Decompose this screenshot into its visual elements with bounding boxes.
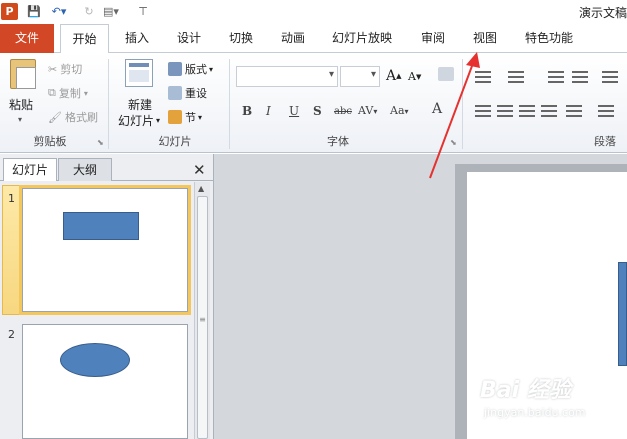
title-bar: P 💾 ↶▾ ↻ ▤▾ ⊤ 演示文稿 (0, 0, 627, 24)
justify-icon[interactable] (541, 105, 557, 117)
tab-slides[interactable]: 幻灯片 (3, 158, 57, 181)
section-icon (168, 110, 182, 124)
slide-thumbnail-2[interactable] (22, 324, 188, 439)
decrease-indent-icon[interactable] (548, 71, 564, 83)
paste-dropdown-icon[interactable]: ▾ (18, 115, 22, 124)
panel-scrollbar[interactable]: ▲ ≡ (194, 182, 210, 439)
slides-panel: 幻灯片 大纲 ✕ 1 2 ▲ ≡ (0, 154, 214, 439)
tab-home[interactable]: 开始 (60, 24, 109, 54)
tab-transitions[interactable]: 切换 (226, 24, 256, 53)
bullets-icon[interactable] (475, 71, 491, 83)
strikethrough-button[interactable]: abc (334, 106, 352, 117)
format-painter-button[interactable]: 🖌 格式刷 (48, 109, 98, 125)
clipboard-launcher-icon[interactable]: ⬊ (97, 138, 104, 147)
increase-indent-icon[interactable] (572, 71, 588, 83)
tab-animations[interactable]: 动画 (278, 24, 308, 53)
brush-icon: 🖌 (48, 110, 62, 124)
new-slide-dropdown-icon: ▾ (156, 116, 161, 125)
align-center-icon[interactable] (497, 105, 513, 117)
shrink-font-button[interactable]: A ▼ (408, 70, 421, 83)
copy-icon: ⧉ (48, 86, 56, 99)
italic-button[interactable]: I (266, 104, 271, 118)
layout-icon (168, 62, 182, 76)
scroll-up-icon[interactable]: ▲ (198, 184, 204, 193)
redo-icon[interactable]: ↻ (81, 3, 97, 20)
undo-icon[interactable]: ↶▾ (49, 3, 69, 20)
baidu-watermark: Bai 经验 jingyan.baidu.com (480, 372, 620, 432)
new-slide-button[interactable]: 新建 (128, 96, 152, 113)
ellipse-shape (60, 343, 130, 377)
layout-dropdown-icon: ▾ (209, 64, 214, 74)
tab-view[interactable]: 视图 (470, 24, 500, 53)
align-left-icon[interactable] (475, 105, 491, 117)
font-color-button[interactable]: A (432, 101, 442, 117)
watermark-url: jingyan.baidu.com (484, 406, 586, 419)
font-group-label: 字体 (327, 135, 349, 148)
ribbon-tabs: 文件 开始 插入 设计 切换 动画 幻灯片放映 审阅 视图 特色功能 (0, 24, 627, 54)
font-name-dropdown[interactable] (236, 66, 338, 87)
new-slide-label[interactable]: 幻灯片 ▾ (118, 112, 160, 129)
tab-design[interactable]: 设计 (174, 24, 204, 53)
distributed-icon[interactable] (566, 105, 582, 117)
slides-group-label: 幻灯片 (158, 135, 192, 148)
align-right-icon[interactable] (519, 105, 535, 117)
watermark-brand: Bai 经验 (480, 378, 571, 403)
tab-insert[interactable]: 插入 (122, 24, 152, 53)
window-title: 演示文稿 (578, 6, 627, 20)
copy-dropdown-icon: ▾ (83, 88, 88, 98)
paste-button[interactable]: 粘贴 (9, 96, 33, 113)
grow-font-button[interactable]: A ▲ (386, 68, 402, 84)
scrollbar-thumb[interactable]: ≡ (197, 196, 208, 439)
grip-icon: ≡ (199, 315, 206, 324)
underline-button[interactable]: U (289, 104, 299, 118)
powerpoint-app-icon[interactable]: P (1, 3, 18, 20)
layout-button[interactable]: 版式 ▾ (168, 61, 213, 77)
group-divider (229, 59, 230, 149)
slide-number: 2 (8, 328, 15, 341)
numbering-icon[interactable] (508, 71, 524, 83)
group-divider (108, 59, 109, 149)
section-dropdown-icon: ▾ (198, 112, 203, 122)
cut-button[interactable]: ✂ 剪切 (48, 61, 82, 77)
new-slide-quick-icon[interactable]: ▤▾ (101, 3, 121, 20)
tab-file[interactable]: 文件 (0, 24, 54, 53)
save-icon[interactable]: 💾 (26, 3, 42, 20)
line-spacing-icon[interactable] (602, 71, 618, 83)
paragraph-group-label: 段落 (594, 135, 616, 148)
tab-review[interactable]: 审阅 (418, 24, 448, 53)
columns-icon[interactable] (598, 105, 614, 117)
font-size-dropdown[interactable] (340, 66, 380, 87)
scissors-icon: ✂ (48, 62, 58, 76)
change-case-button[interactable]: Aa▾ (390, 104, 409, 117)
bold-button[interactable]: B (242, 104, 252, 118)
ribbon-home: 粘贴 ▾ ✂ 剪切 ⧉ 复制 ▾ 🖌 格式刷 剪贴板 ⬊ 新建 幻灯片 ▾ 版式 ▾ 重设 … (0, 53, 627, 153)
reset-icon (168, 86, 182, 100)
slide-rectangle-shape[interactable] (618, 262, 627, 366)
slide-number: 1 (8, 192, 15, 205)
font-launcher-icon[interactable]: ⬊ (450, 138, 457, 147)
close-icon[interactable]: ✕ (193, 161, 206, 179)
rectangle-shape (63, 212, 139, 240)
tab-outline[interactable]: 大纲 (58, 158, 112, 181)
shadow-button[interactable]: S (313, 104, 322, 118)
group-divider (462, 59, 463, 149)
spacing-dropdown-icon: ▾ (373, 107, 378, 116)
section-button[interactable]: 节 ▾ (168, 109, 202, 125)
character-spacing-button[interactable]: AV▾ (358, 104, 377, 117)
clear-format-icon[interactable] (438, 67, 457, 81)
panel-tabs: 幻灯片 大纲 ✕ (0, 158, 214, 181)
copy-button[interactable]: ⧉ 复制 ▾ (48, 85, 88, 101)
slide-thumbnail-1[interactable] (19, 185, 191, 315)
clipboard-group-label: 剪贴板 (33, 135, 67, 148)
case-dropdown-icon: ▾ (404, 107, 409, 116)
new-slide-icon[interactable] (125, 59, 153, 87)
paste-icon[interactable] (10, 59, 36, 89)
reset-button[interactable]: 重设 (168, 85, 207, 101)
tab-special-features[interactable]: 特色功能 (521, 24, 577, 53)
customize-toolbar-icon[interactable]: ⊤ (137, 3, 149, 20)
tab-slideshow[interactable]: 幻灯片放映 (330, 24, 394, 53)
